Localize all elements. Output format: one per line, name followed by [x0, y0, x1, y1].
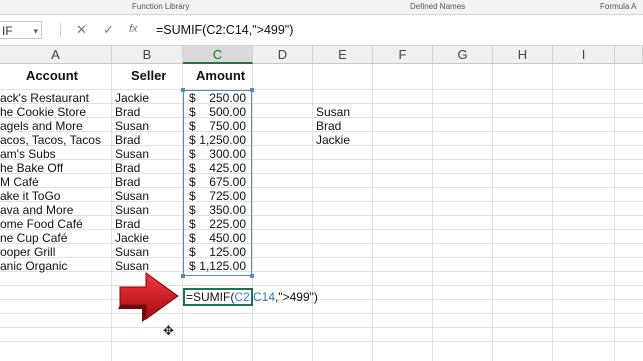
header-seller[interactable]: Seller — [131, 69, 166, 83]
cell-seller[interactable]: Susan — [115, 119, 149, 133]
seller-list-item[interactable]: Susan — [316, 105, 350, 119]
cell-account[interactable]: acos, Tacos, Tacos — [0, 133, 110, 147]
column-header-f[interactable]: F — [373, 46, 433, 64]
range-handle[interactable] — [250, 274, 254, 278]
plus-cursor-icon: ✥ — [163, 323, 174, 338]
cell-account[interactable]: ne Cup Café — [0, 231, 67, 245]
column-header-j[interactable] — [615, 46, 643, 64]
range-handle[interactable] — [250, 88, 254, 92]
cell-seller[interactable]: Jackie — [115, 91, 149, 105]
formula-input[interactable]: =SUMIF(C2:C14,">499") — [156, 23, 293, 37]
formula-suffix: ,">499") — [275, 290, 318, 304]
red-arrow-icon — [118, 272, 179, 322]
cell-seller[interactable]: Susan — [115, 245, 149, 259]
cell-seller[interactable]: Susan — [115, 189, 149, 203]
formula-bar-divider — [60, 23, 61, 37]
active-cell-formula[interactable]: =SUMIF(C2:C14,">499") — [186, 290, 318, 304]
cell-seller[interactable]: Susan — [115, 147, 149, 161]
header-account[interactable]: Account — [26, 69, 78, 83]
column-header-d[interactable]: D — [253, 46, 313, 64]
name-box[interactable]: IF ▾ — [0, 21, 42, 39]
cell-account[interactable]: he Cookie Store — [0, 105, 86, 119]
ribbon-group-bar: Function Library Defined Names Formula A — [0, 0, 643, 15]
column-header-a[interactable]: A — [0, 46, 112, 64]
cell-seller[interactable]: Brad — [115, 105, 140, 119]
cell-account[interactable]: am's Subs — [0, 147, 56, 161]
cell-account[interactable]: anic Organic — [0, 259, 67, 273]
seller-list-item[interactable]: Brad — [316, 119, 341, 133]
cell-seller[interactable]: Jackie — [115, 231, 149, 245]
ribbon-group-defined-names: Defined Names — [410, 2, 466, 11]
cell-account[interactable]: ome Food Café — [0, 217, 83, 231]
name-box-value: IF — [2, 24, 13, 38]
column-header-c[interactable]: C — [183, 46, 253, 64]
range-handle[interactable] — [181, 88, 185, 92]
formula-prefix: =SUMIF( — [186, 290, 235, 304]
cell-seller[interactable]: Brad — [115, 175, 140, 189]
header-amount[interactable]: Amount — [196, 69, 245, 83]
column-header-i[interactable]: I — [553, 46, 615, 64]
column-header-b[interactable]: B — [112, 46, 183, 64]
cell-account[interactable]: ack's Restaurant — [0, 91, 89, 105]
ribbon-group-function-library: Function Library — [132, 2, 190, 11]
chevron-down-icon[interactable]: ▾ — [33, 22, 38, 40]
cell-account[interactable]: ake it ToGo — [0, 189, 60, 203]
cell-seller[interactable]: Brad — [115, 217, 140, 231]
cell-account[interactable]: he Bake Off — [0, 161, 63, 175]
cell-account[interactable]: agels and More — [0, 119, 83, 133]
ribbon-group-formula-auditing: Formula A — [600, 2, 637, 11]
insert-function-icon[interactable]: fx — [129, 23, 138, 35]
close-icon[interactable]: ✕ — [76, 22, 87, 38]
formula-range-ref: C2:C14 — [234, 290, 276, 304]
column-header-g[interactable]: G — [433, 46, 493, 64]
cell-account[interactable]: ooper Grill — [0, 245, 55, 259]
cell-seller[interactable]: Brad — [115, 133, 140, 147]
column-header-e[interactable]: E — [313, 46, 373, 64]
cell-account[interactable]: M Café — [0, 175, 39, 189]
column-header-h[interactable]: H — [493, 46, 553, 64]
seller-list-item[interactable]: Jackie — [316, 133, 350, 147]
selected-range — [183, 90, 252, 276]
cell-seller[interactable]: Susan — [115, 203, 149, 217]
formula-bar: IF ▾ ✕ ✓ fx =SUMIF(C2:C14,">499") — [0, 15, 643, 46]
cell-account[interactable]: ava and More — [0, 203, 73, 217]
cell-seller[interactable]: Brad — [115, 161, 140, 175]
check-icon[interactable]: ✓ — [103, 22, 114, 38]
